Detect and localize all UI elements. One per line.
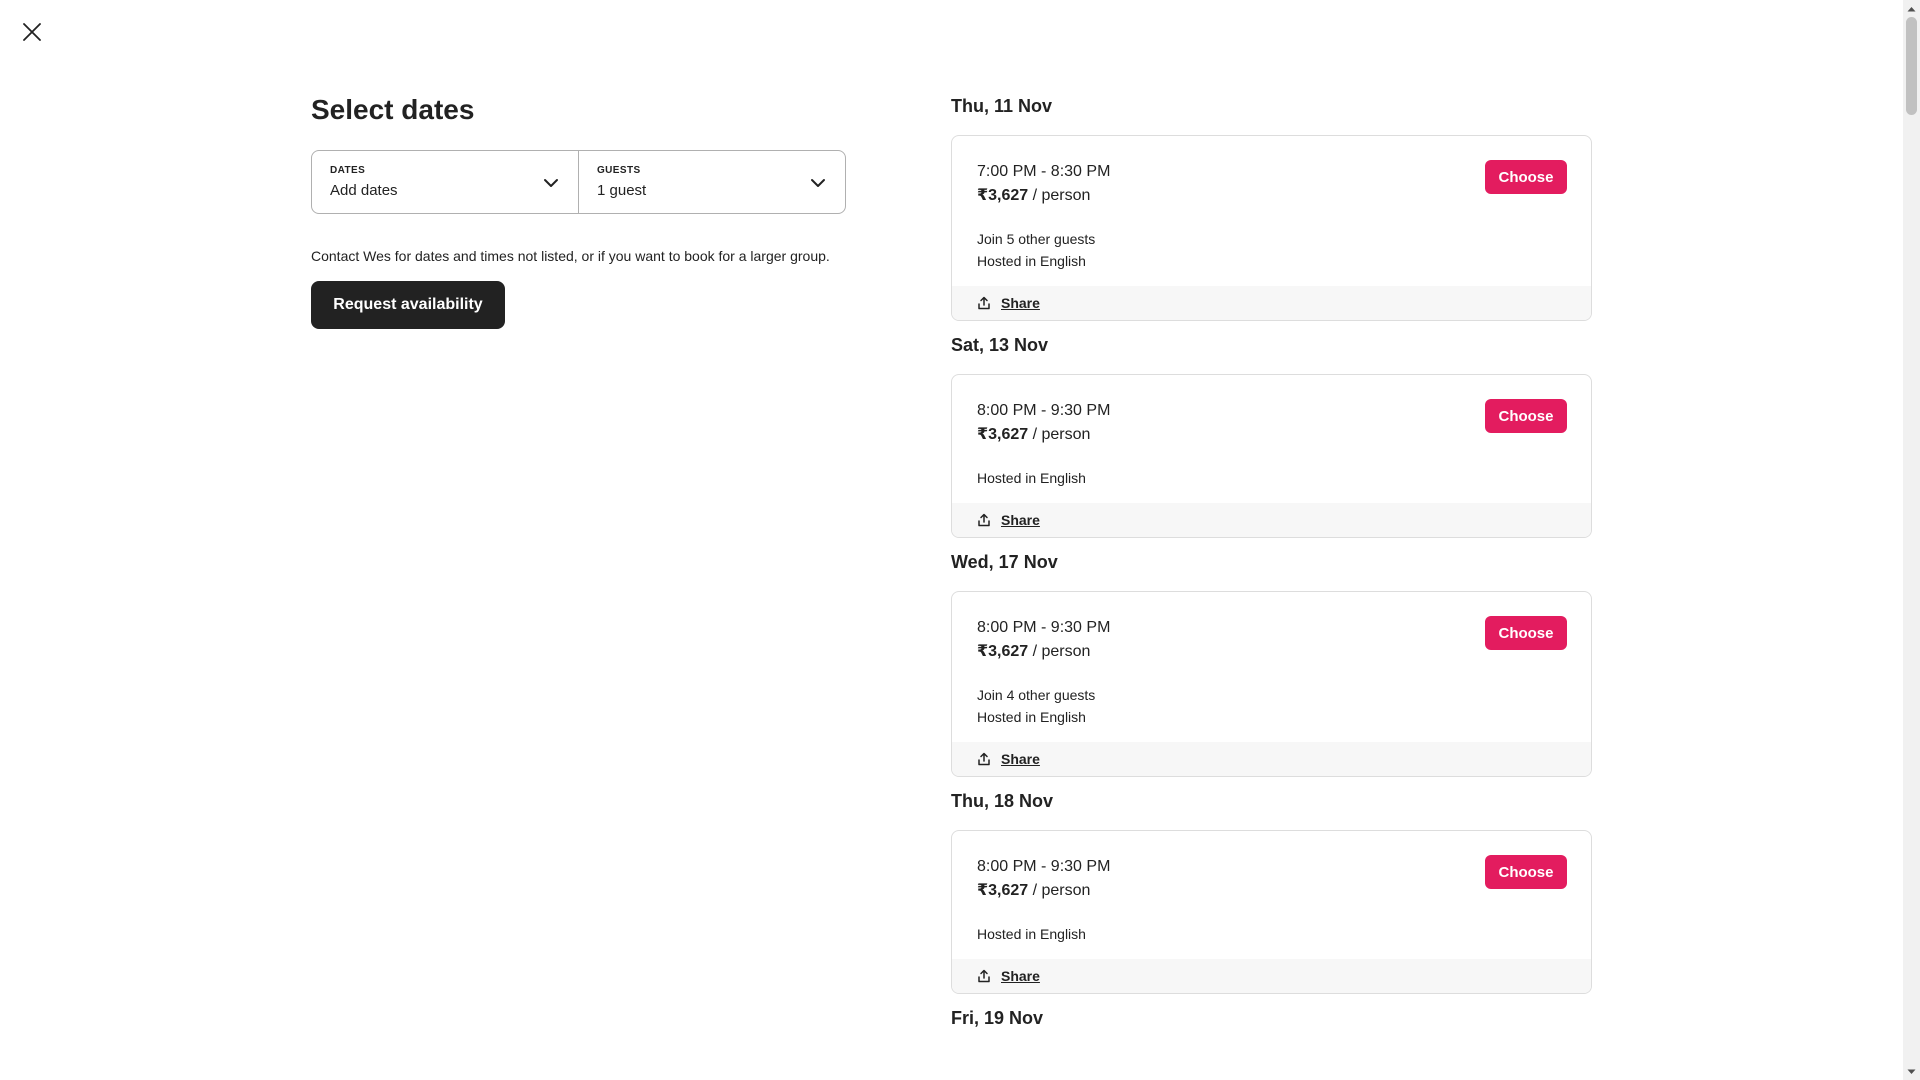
share-icon xyxy=(978,752,990,766)
guests-label: GUESTS xyxy=(597,165,641,176)
chevron-down-icon xyxy=(544,179,558,187)
date-heading: Sat, 13 Nov xyxy=(951,335,1049,355)
slot-detail: Hosted in English xyxy=(977,926,1086,942)
slot-price: ₹3,627 / person xyxy=(977,640,1567,664)
date-heading: Thu, 11 Nov xyxy=(951,96,1053,116)
page-scrollbar[interactable] xyxy=(1903,0,1920,1080)
slot-price: ₹3,627 / person xyxy=(977,184,1567,208)
guests-field[interactable]: GUESTS 1 guest xyxy=(578,151,845,213)
slot-footer: Share xyxy=(952,286,1591,320)
price-amount: ₹3,627 xyxy=(977,426,1029,443)
slot-footer: Share xyxy=(952,503,1591,537)
share-label: Share xyxy=(1001,968,1040,984)
share-label: Share xyxy=(1001,751,1040,767)
dates-value: Add dates xyxy=(330,182,398,199)
slot-details: Join 4 other guests Hosted in English xyxy=(977,684,1567,728)
slot-time: 8:00 PM - 9:30 PM xyxy=(977,858,1111,875)
date-group: Thu, 18 Nov 8:00 PM - 9:30 PM ₹3,627 / p… xyxy=(951,789,1592,994)
choose-button[interactable]: Choose xyxy=(1485,160,1567,194)
share-label: Share xyxy=(1001,295,1040,311)
choose-button[interactable]: Choose xyxy=(1485,399,1567,433)
slot-card: 7:00 PM - 8:30 PM ₹3,627 / person Join 5… xyxy=(951,135,1592,321)
booking-panel: Select dates DATES Add dates GUESTS 1 gu… xyxy=(311,92,846,329)
close-icon xyxy=(23,23,41,41)
slot-detail: Hosted in English xyxy=(977,470,1086,486)
slot-price: ₹3,627 / person xyxy=(977,879,1567,903)
slot-card: 8:00 PM - 9:30 PM ₹3,627 / person Hosted… xyxy=(951,830,1592,994)
share-icon xyxy=(978,969,990,983)
date-group: Wed, 17 Nov 8:00 PM - 9:30 PM ₹3,627 / p… xyxy=(951,550,1592,777)
choose-button[interactable]: Choose xyxy=(1485,616,1567,650)
slot-footer: Share xyxy=(952,959,1591,993)
share-link[interactable]: Share xyxy=(977,751,1040,767)
slot-body: 8:00 PM - 9:30 PM ₹3,627 / person Join 4… xyxy=(952,592,1591,742)
chevron-down-icon xyxy=(811,179,825,187)
slot-detail: Hosted in English xyxy=(977,709,1086,725)
slot-card: 8:00 PM - 9:30 PM ₹3,627 / person Join 4… xyxy=(951,591,1592,777)
price-amount: ₹3,627 xyxy=(977,187,1029,204)
dates-field[interactable]: DATES Add dates xyxy=(312,151,578,213)
price-amount: ₹3,627 xyxy=(977,882,1029,899)
contact-host-note: Contact Wes for dates and times not list… xyxy=(311,248,830,264)
slot-card: 8:00 PM - 9:30 PM ₹3,627 / person Hosted… xyxy=(951,374,1592,538)
request-availability-button[interactable]: Request availability xyxy=(311,281,505,329)
dates-label: DATES xyxy=(330,165,366,176)
date-heading: Wed, 17 Nov xyxy=(951,552,1058,572)
price-unit: / person xyxy=(1028,643,1091,660)
share-label: Share xyxy=(1001,512,1040,528)
slot-footer: Share xyxy=(952,742,1591,776)
scroll-thumb[interactable] xyxy=(1906,17,1917,115)
slot-body: 8:00 PM - 9:30 PM ₹3,627 / person Hosted… xyxy=(952,375,1591,503)
price-unit: / person xyxy=(1028,187,1091,204)
price-amount: ₹3,627 xyxy=(977,643,1029,660)
date-group: Thu, 11 Nov 7:00 PM - 8:30 PM ₹3,627 / p… xyxy=(951,94,1592,321)
slot-time: 7:00 PM - 8:30 PM xyxy=(977,163,1111,180)
slot-details: Join 5 other guests Hosted in English xyxy=(977,228,1567,272)
date-guest-picker: DATES Add dates GUESTS 1 guest xyxy=(311,150,846,214)
share-icon xyxy=(978,296,990,310)
share-link[interactable]: Share xyxy=(977,295,1040,311)
scroll-up-icon xyxy=(1907,6,1916,11)
slot-details: Hosted in English xyxy=(977,467,1567,489)
date-group: Fri, 19 Nov xyxy=(951,1006,1592,1030)
price-unit: / person xyxy=(1028,426,1091,443)
price-unit: / person xyxy=(1028,882,1091,899)
scroll-down-icon xyxy=(1907,1069,1916,1074)
scroll-up-arrow[interactable] xyxy=(1903,0,1920,17)
slot-time: 8:00 PM - 9:30 PM xyxy=(977,619,1111,636)
date-group: Sat, 13 Nov 8:00 PM - 9:30 PM ₹3,627 / p… xyxy=(951,333,1592,538)
date-heading: Fri, 19 Nov xyxy=(951,1008,1044,1028)
share-link[interactable]: Share xyxy=(977,968,1040,984)
share-icon xyxy=(978,513,990,527)
choose-button[interactable]: Choose xyxy=(1485,855,1567,889)
slot-time: 8:00 PM - 9:30 PM xyxy=(977,402,1111,419)
scroll-down-arrow[interactable] xyxy=(1903,1063,1920,1080)
share-link[interactable]: Share xyxy=(977,512,1040,528)
slot-details: Hosted in English xyxy=(977,923,1567,945)
guests-value: 1 guest xyxy=(597,182,647,199)
slot-detail: Hosted in English xyxy=(977,253,1086,269)
slot-price: ₹3,627 / person xyxy=(977,423,1567,447)
slot-body: 7:00 PM - 8:30 PM ₹3,627 / person Join 5… xyxy=(952,136,1591,286)
page-title: Select dates xyxy=(311,94,475,125)
slot-body: 8:00 PM - 9:30 PM ₹3,627 / person Hosted… xyxy=(952,831,1591,959)
close-button[interactable] xyxy=(18,18,46,46)
select-dates-page: Select dates DATES Add dates GUESTS 1 gu… xyxy=(0,0,1920,1080)
date-heading: Thu, 18 Nov xyxy=(951,791,1054,811)
slot-detail: Join 5 other guests xyxy=(977,231,1096,247)
slot-detail: Join 4 other guests xyxy=(977,687,1096,703)
availability-list: Thu, 11 Nov 7:00 PM - 8:30 PM ₹3,627 / p… xyxy=(951,94,1592,1047)
